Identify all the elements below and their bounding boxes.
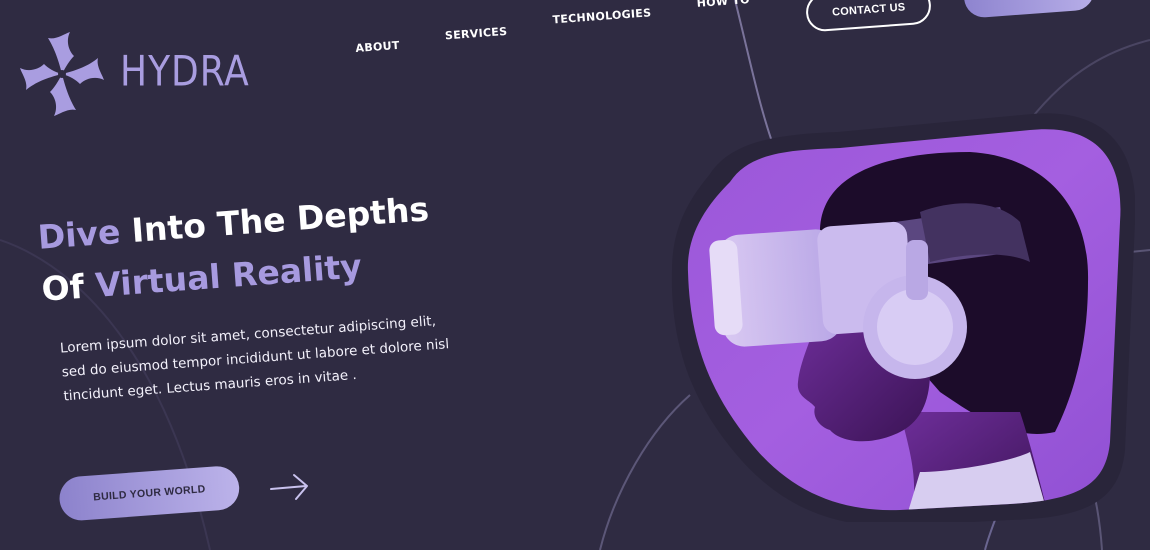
arrow-right-icon[interactable] [268, 472, 312, 502]
hero-section: Dive Into The Depths Of Virtual Reality … [36, 180, 489, 410]
headline-virtual-reality: Virtual Reality [94, 246, 364, 305]
headline-word-dive: Dive [36, 211, 122, 257]
headline-word-of: Of [40, 265, 97, 309]
brand-logo[interactable]: HYDRA [18, 28, 250, 120]
hydra-swirl-icon [20, 32, 104, 116]
brand-name: HYDRA [120, 47, 250, 97]
nav-item-how-to[interactable]: HOW TO [696, 0, 751, 30]
vr-headset-person-image [671, 113, 1135, 522]
